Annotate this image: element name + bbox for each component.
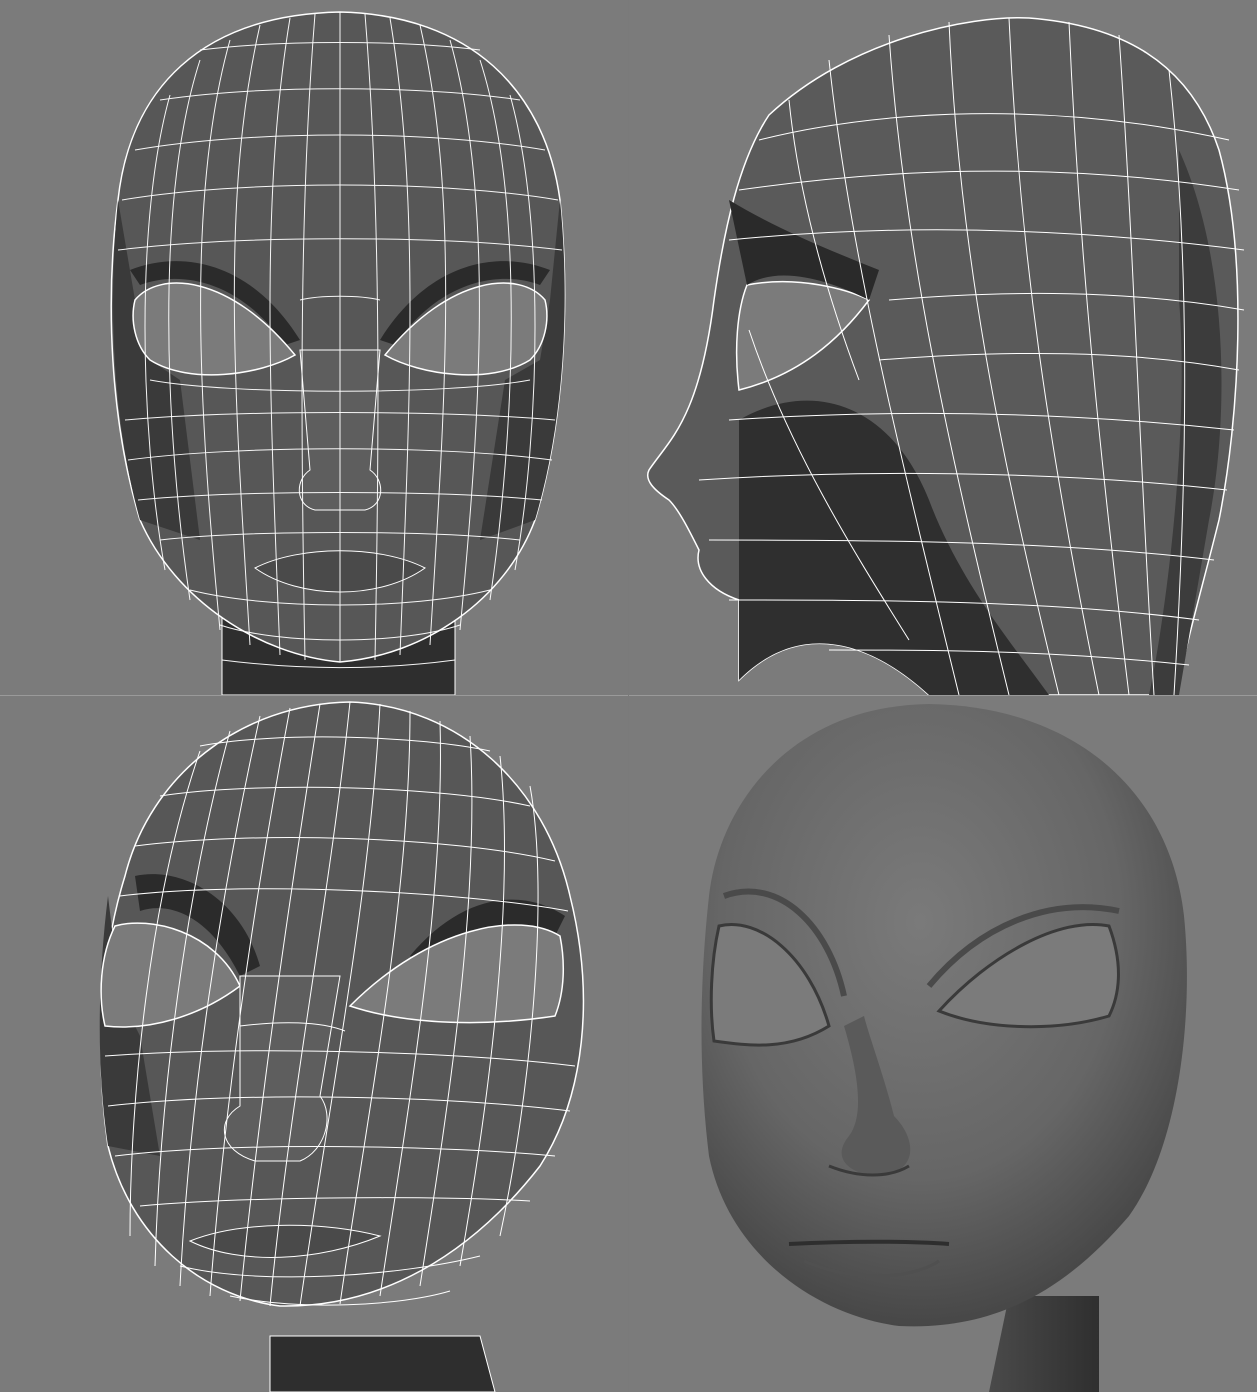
front-viewport[interactable] (0, 0, 628, 695)
side-viewport[interactable] (629, 0, 1257, 695)
perspective-head-mesh (99, 701, 585, 1392)
perspective-viewport[interactable] (0, 696, 628, 1392)
vertical-divider (628, 0, 629, 1392)
rendered-head (701, 704, 1187, 1392)
viewport-grid (0, 0, 1257, 1392)
render-viewport[interactable] (629, 696, 1257, 1392)
side-head-mesh (647, 17, 1245, 695)
front-head-mesh (110, 11, 566, 695)
